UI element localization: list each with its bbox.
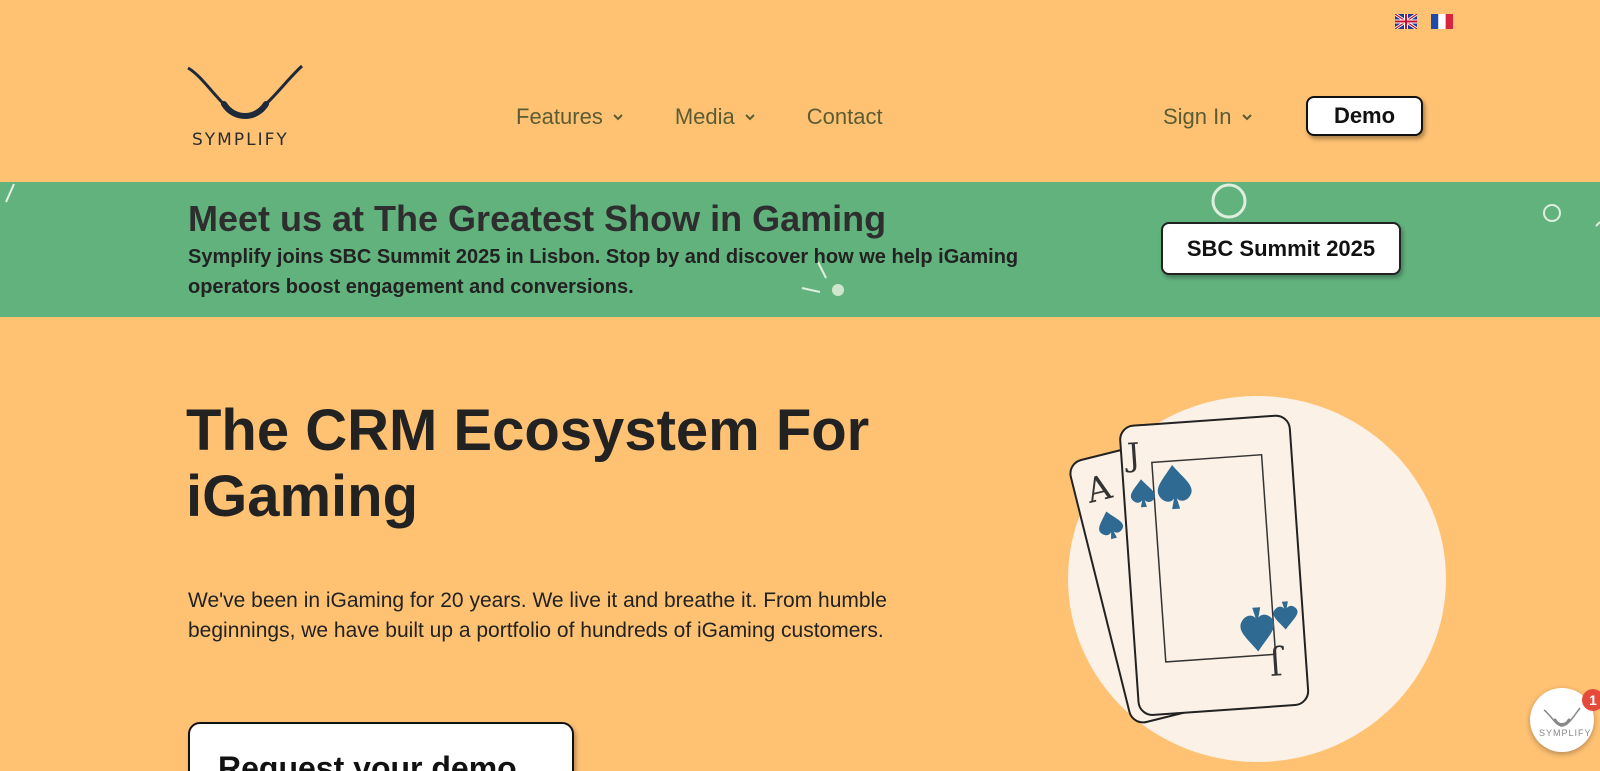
hero-text: We've been in iGaming for 20 years. We l… <box>188 589 887 642</box>
chevron-down-icon <box>613 114 623 121</box>
nav-contact-label: Contact <box>806 104 883 129</box>
sign-in-menu[interactable]: Sign In <box>1163 104 1254 130</box>
sbc-summit-button[interactable]: SBC Summit 2025 <box>1161 222 1401 275</box>
chat-widget-label: SYMPLIFY <box>1539 728 1592 738</box>
language-switcher <box>1395 14 1453 29</box>
sign-in-label: Sign In <box>1163 104 1232 129</box>
chevron-down-icon <box>1241 114 1252 121</box>
nav-features-label: Features <box>516 104 603 129</box>
nav-contact[interactable]: Contact <box>807 104 883 130</box>
notification-badge: 1 <box>1582 689 1600 711</box>
logo-text: SYMPLIFY <box>192 130 289 150</box>
banner-text: Symplify joins SBC Summit 2025 in Lisbon… <box>188 246 1019 298</box>
symplify-logo[interactable]: SYMPLIFY <box>186 64 306 154</box>
demo-button[interactable]: Demo <box>1306 96 1423 136</box>
logo-mark-icon <box>187 64 304 119</box>
playing-cards-illustration: A J J <box>1069 414 1310 724</box>
nav-media-label: Media <box>674 104 735 129</box>
main-nav: Features Media Contact <box>516 104 883 130</box>
chevron-down-icon <box>745 114 755 121</box>
event-banner: Meet us at The Greatest Show in Gaming S… <box>0 182 1600 317</box>
banner-title: Meet us at The Greatest Show in Gaming <box>188 198 887 239</box>
nav-media[interactable]: Media <box>675 104 757 130</box>
request-demo-button[interactable]: Request your demo <box>188 722 574 771</box>
france-flag-icon[interactable] <box>1431 14 1453 29</box>
nav-features[interactable]: Features <box>516 104 625 130</box>
uk-flag-icon[interactable] <box>1395 14 1417 29</box>
hero-title: The CRM Ecosystem For iGaming <box>186 398 870 529</box>
